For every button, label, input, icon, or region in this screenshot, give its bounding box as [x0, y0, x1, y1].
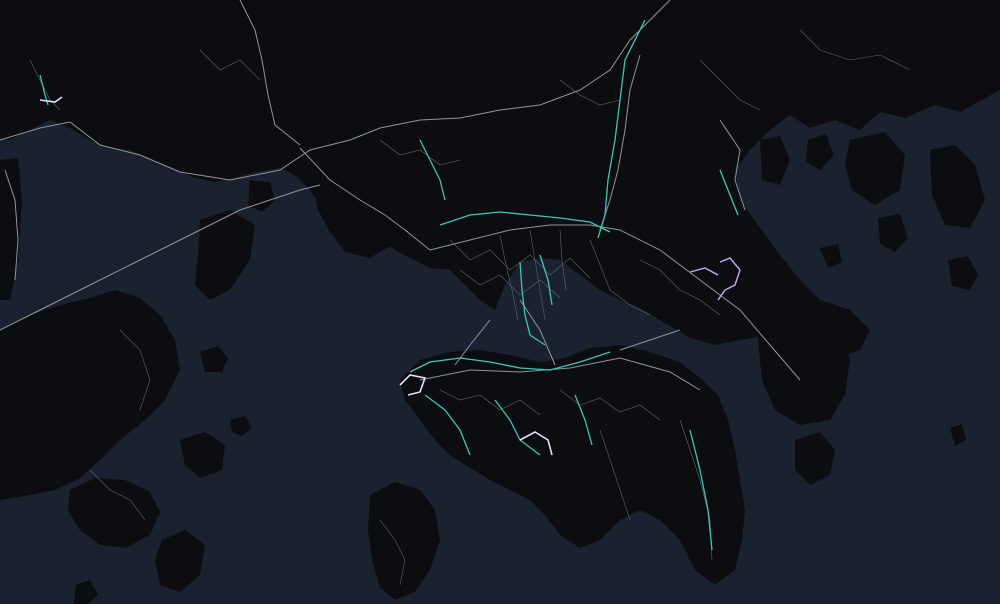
map-canvas[interactable] [0, 0, 1000, 604]
map-svg [0, 0, 1000, 604]
